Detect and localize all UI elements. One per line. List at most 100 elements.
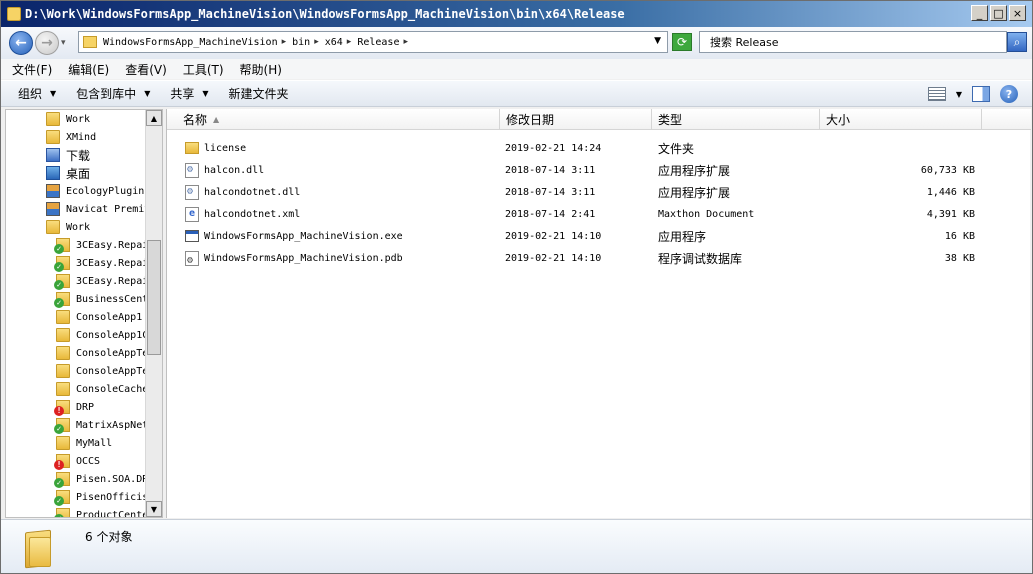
nav-item[interactable]: 下载 <box>46 146 90 164</box>
scrollbar-thumb[interactable] <box>147 240 161 355</box>
file-size: 38 KB <box>944 252 975 264</box>
chevron-down-icon: ▼ <box>202 89 209 98</box>
file-list[interactable]: 名称 ▲ 修改日期 类型 大小 license 2019-02-21 14:24… <box>166 109 1031 518</box>
nav-item[interactable]: ConsoleApp1 <box>56 308 142 326</box>
item-count: 6 个对象 <box>85 530 133 544</box>
file-row[interactable]: halcon.dll 2018-07-14 3:11 应用程序扩展 60,733… <box>167 159 1031 181</box>
breadcrumb-item[interactable]: x64 <box>325 37 343 48</box>
view-options-chevron-icon[interactable]: ▼ <box>956 90 962 99</box>
breadcrumb-chevron-icon[interactable]: ▸ <box>282 37 287 47</box>
file-size: 1,446 KB <box>926 186 975 198</box>
back-button[interactable]: ← <box>9 31 33 55</box>
nav-item[interactable]: MyMall <box>56 434 112 452</box>
close-button[interactable]: × <box>1009 5 1026 21</box>
file-type: 应用程序扩展 <box>658 163 731 178</box>
nav-item[interactable]: PisenOfficis <box>54 488 148 506</box>
nav-item[interactable]: Work <box>46 110 90 128</box>
nav-item[interactable]: 3CEasy.Repai <box>54 254 148 272</box>
nav-item-label: Work <box>66 221 91 233</box>
nav-item-label: XMind <box>66 131 97 143</box>
breadcrumb-chevron-icon[interactable]: ▸ <box>314 37 319 47</box>
file-row[interactable]: halcondotnet.xml 2018-07-14 2:41 Maxthon… <box>167 203 1031 225</box>
svn-ok-folder-icon <box>54 472 70 488</box>
breadcrumb-chevron-icon[interactable]: ▸ <box>347 37 352 47</box>
file-row[interactable]: WindowsFormsApp_MachineVision.exe 2019-0… <box>167 225 1031 247</box>
scroll-down-icon[interactable]: ▼ <box>146 501 162 517</box>
file-row[interactable]: license 2019-02-21 14:24 文件夹 <box>167 137 1031 159</box>
nav-item-label: ConsoleAppTe <box>76 365 149 377</box>
folder-icon <box>56 364 70 378</box>
breadcrumb-item[interactable]: bin <box>292 37 310 48</box>
details-pane: 6 个对象 <box>1 519 1032 573</box>
help-icon[interactable]: ? <box>1000 85 1018 103</box>
column-size-label: 大小 <box>826 113 851 127</box>
dll-icon <box>185 162 199 178</box>
file-type: 应用程序 <box>658 229 707 244</box>
file-size: 4,391 KB <box>926 208 975 220</box>
search-input[interactable]: 搜索 Release <box>699 31 1007 53</box>
navigation-pane[interactable]: Work XMind 下载 桌面 EcologyPlugin. Navicat … <box>5 109 163 518</box>
nav-item[interactable]: XMind <box>46 128 96 146</box>
forward-button[interactable]: → <box>35 31 59 55</box>
minimize-button[interactable]: _ <box>971 5 988 21</box>
refresh-button[interactable]: ⟳ <box>672 33 692 51</box>
file-row[interactable]: halcondotnet.dll 2018-07-14 3:11 应用程序扩展 … <box>167 181 1031 203</box>
nav-item-label: DRP <box>76 401 95 413</box>
column-date[interactable]: 修改日期 <box>500 109 652 130</box>
title-bar[interactable]: D:\Work\WindowsFormsApp_MachineVision\Wi… <box>1 1 1032 27</box>
nav-item-label: 下载 <box>66 148 91 163</box>
maximize-button[interactable]: □ <box>990 5 1007 21</box>
scroll-up-icon[interactable]: ▲ <box>146 110 162 126</box>
nav-item[interactable]: OCCS <box>54 452 100 470</box>
file-name-cell: halcon.dll <box>185 159 264 181</box>
nav-item-label: ConsoleAppTe <box>76 347 149 359</box>
column-name[interactable]: 名称 ▲ <box>167 109 500 130</box>
nav-item[interactable]: Pisen.SOA.DR <box>54 470 148 488</box>
nav-item[interactable]: ConsoleCache <box>56 380 148 398</box>
nav-item-label: MyMall <box>76 437 113 449</box>
view-controls: ▼ ? <box>927 85 1018 103</box>
share-button[interactable]: 共享 ▼ <box>170 85 208 102</box>
organize-button[interactable]: 组织 ▼ <box>18 85 56 102</box>
breadcrumb-item[interactable]: Release <box>357 37 399 48</box>
nav-item[interactable]: MatrixAspNet <box>54 416 148 434</box>
menu-tools[interactable]: 工具(T) <box>183 61 224 78</box>
nav-item[interactable]: EcologyPlugin. <box>46 182 150 200</box>
svn-ok-folder-icon <box>54 274 70 290</box>
new-folder-button[interactable]: 新建文件夹 <box>229 85 289 102</box>
file-row[interactable]: WindowsFormsApp_MachineVision.pdb 2019-0… <box>167 247 1031 269</box>
search-button[interactable]: ⌕ <box>1007 32 1027 52</box>
folder-icon <box>25 527 53 569</box>
file-size: 60,733 KB <box>920 164 975 176</box>
include-in-library-button[interactable]: 包含到库中 ▼ <box>76 85 150 102</box>
change-view-icon[interactable] <box>927 87 946 101</box>
dll-icon <box>185 184 199 200</box>
app-icon <box>46 202 60 216</box>
nav-item[interactable]: ProductCente <box>54 506 148 517</box>
menu-file[interactable]: 文件(F) <box>12 61 52 78</box>
address-history-dropdown[interactable]: ▼ <box>654 36 661 46</box>
breadcrumb-item[interactable]: WindowsFormsApp_MachineVision <box>103 37 278 48</box>
column-type[interactable]: 类型 <box>652 109 820 130</box>
nav-item[interactable]: DRP <box>54 398 95 416</box>
column-size[interactable]: 大小 <box>820 109 982 130</box>
nav-item[interactable]: 3CEasy.Repai <box>54 236 148 254</box>
column-type-label: 类型 <box>658 113 683 127</box>
recent-pages-dropdown[interactable]: ▾ <box>61 38 71 48</box>
nav-item[interactable]: 3CEasy.Repai <box>54 272 148 290</box>
breadcrumb-chevron-icon[interactable]: ▸ <box>403 37 408 47</box>
nav-item[interactable]: Navicat Premiv <box>46 200 150 218</box>
menu-help[interactable]: 帮助(H) <box>240 61 282 78</box>
menu-edit[interactable]: 编辑(E) <box>68 61 109 78</box>
nav-item[interactable]: ConsoleAppTe <box>56 344 148 362</box>
nav-scrollbar[interactable]: ▲ ▼ <box>145 110 162 517</box>
nav-item[interactable]: BusinessCent <box>54 290 148 308</box>
nav-item[interactable]: Work <box>46 218 90 236</box>
nav-item[interactable]: 桌面 <box>46 164 90 182</box>
address-bar[interactable]: WindowsFormsApp_MachineVision ▸ bin ▸ x6… <box>78 31 668 53</box>
nav-item[interactable]: ConsoleAppTe <box>56 362 148 380</box>
menu-view[interactable]: 查看(V) <box>125 61 167 78</box>
folder-icon <box>7 7 21 21</box>
preview-pane-icon[interactable] <box>972 86 990 102</box>
nav-item[interactable]: ConsoleApp1C <box>56 326 148 344</box>
